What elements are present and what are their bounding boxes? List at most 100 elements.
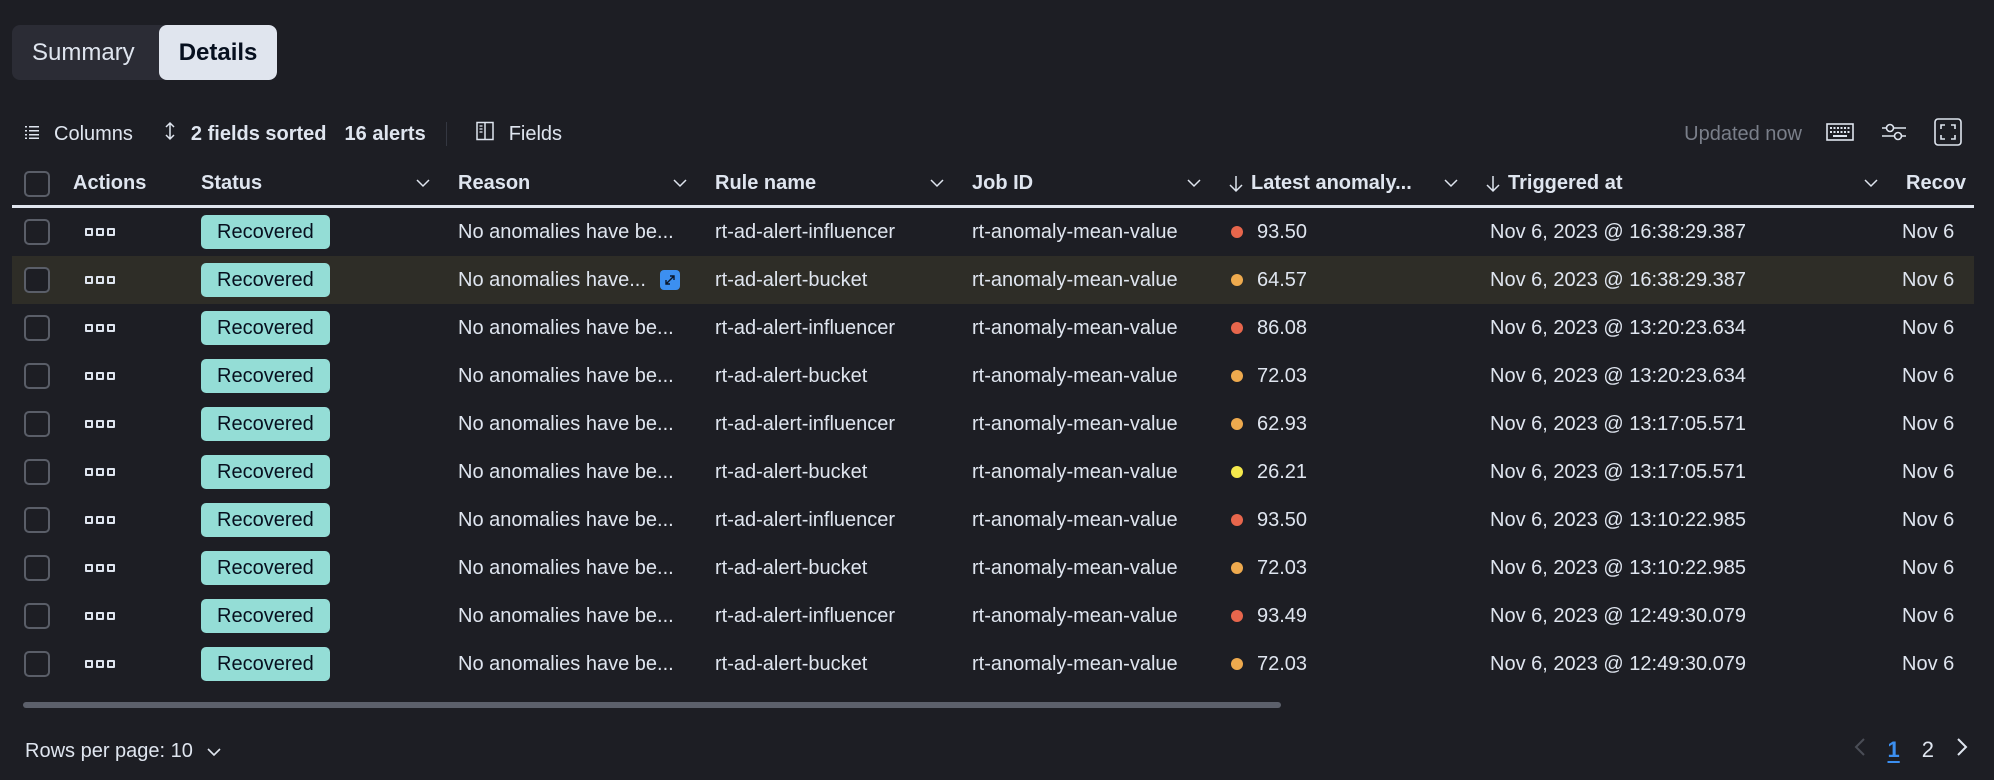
table-row[interactable]: Recovered No anomalies have be... rt-ad-…	[12, 640, 1974, 688]
reason-cell[interactable]: No anomalies have be...	[446, 208, 703, 256]
table-row[interactable]: Recovered No anomalies have be... rt-ad-…	[12, 400, 1974, 448]
triggered-at: Nov 6, 2023 @ 12:49:30.079	[1490, 652, 1747, 675]
more-actions-icon[interactable]	[85, 372, 115, 380]
recovered-at-cell: Nov 6	[1894, 208, 1974, 256]
horizontal-scrollbar[interactable]	[23, 702, 1281, 708]
reason-cell[interactable]: No anomalies have...	[446, 256, 703, 304]
header-status[interactable]: Status	[189, 162, 446, 205]
display-settings-button[interactable]	[1878, 118, 1910, 150]
tab-details[interactable]: Details	[158, 25, 278, 80]
select-cell	[12, 544, 61, 592]
row-checkbox[interactable]	[24, 555, 50, 581]
row-checkbox[interactable]	[24, 219, 50, 245]
more-actions-icon[interactable]	[85, 324, 115, 332]
reason-cell[interactable]: No anomalies have be...	[446, 592, 703, 640]
reason-cell[interactable]: No anomalies have be...	[446, 400, 703, 448]
table-row[interactable]: Recovered No anomalies have be... rt-ad-…	[12, 448, 1974, 496]
header-triggered-at[interactable]: Triggered at	[1474, 162, 1894, 205]
reason-cell[interactable]: No anomalies have be...	[446, 496, 703, 544]
anomaly-score: 62.93	[1257, 412, 1308, 435]
status-badge: Recovered	[201, 263, 330, 297]
rows-per-page-selector[interactable]: Rows per page: 10	[25, 740, 221, 763]
row-checkbox[interactable]	[24, 363, 50, 389]
next-page-button[interactable]	[1956, 737, 1968, 763]
chevron-down-icon[interactable]	[928, 175, 946, 193]
page-1-button[interactable]: 1	[1888, 737, 1900, 763]
row-checkbox[interactable]	[24, 459, 50, 485]
row-checkbox[interactable]	[24, 411, 50, 437]
table-row[interactable]: Recovered No anomalies have be... rt-ad-…	[12, 592, 1974, 640]
reason-cell[interactable]: No anomalies have be...	[446, 304, 703, 352]
row-checkbox[interactable]	[24, 603, 50, 629]
row-checkbox[interactable]	[24, 507, 50, 533]
chevron-down-icon[interactable]	[1185, 175, 1203, 193]
table-row[interactable]: Recovered No anomalies have be... rt-ad-…	[12, 352, 1974, 400]
actions-cell	[61, 496, 189, 544]
more-actions-icon[interactable]	[85, 468, 115, 476]
rule-name: rt-ad-alert-bucket	[715, 652, 868, 675]
header-rule-name[interactable]: Rule name	[703, 162, 960, 205]
more-actions-icon[interactable]	[85, 660, 115, 668]
recovered-at-cell: Nov 6	[1894, 256, 1974, 304]
more-actions-icon[interactable]	[85, 516, 115, 524]
reason-text: No anomalies have be...	[458, 412, 674, 435]
table-row[interactable]: Recovered No anomalies have be... rt-ad-…	[12, 208, 1974, 256]
job-id: rt-anomaly-mean-value	[972, 412, 1178, 435]
recovered-at: Nov 6	[1902, 268, 1955, 291]
table-row[interactable]: Recovered No anomalies have... rt-ad-ale…	[12, 256, 1974, 304]
column-header-label: Recov	[1906, 172, 1967, 194]
job-id-cell: rt-anomaly-mean-value	[960, 208, 1217, 256]
updated-status: Updated now	[1684, 122, 1802, 145]
row-checkbox[interactable]	[24, 651, 50, 677]
chevron-down-icon[interactable]	[1862, 175, 1880, 193]
header-recovered-at[interactable]: Recov	[1894, 162, 1974, 205]
sort-fields-button[interactable]: 2 fields sorted	[163, 121, 327, 147]
rule-name-cell: rt-ad-alert-bucket	[703, 448, 960, 496]
chevron-down-icon[interactable]	[1442, 175, 1460, 193]
triggered-at: Nov 6, 2023 @ 13:20:23.634	[1490, 316, 1747, 339]
row-checkbox[interactable]	[24, 267, 50, 293]
job-id: rt-anomaly-mean-value	[972, 364, 1178, 387]
reason-text: No anomalies have be...	[458, 604, 674, 627]
fields-button[interactable]: Fields	[475, 121, 562, 147]
select-cell	[12, 640, 61, 688]
header-job-id[interactable]: Job ID	[960, 162, 1217, 205]
rule-name-cell: rt-ad-alert-influencer	[703, 304, 960, 352]
more-actions-icon[interactable]	[85, 228, 115, 236]
more-actions-icon[interactable]	[85, 612, 115, 620]
table-row[interactable]: Recovered No anomalies have be... rt-ad-…	[12, 496, 1974, 544]
more-actions-icon[interactable]	[85, 420, 115, 428]
expand-cell-icon[interactable]	[659, 270, 680, 290]
reason-cell[interactable]: No anomalies have be...	[446, 352, 703, 400]
table-row[interactable]: Recovered No anomalies have be... rt-ad-…	[12, 304, 1974, 352]
columns-button[interactable]: Columns	[24, 123, 133, 146]
fullscreen-button[interactable]	[1932, 117, 1964, 150]
anomaly-score: 72.03	[1257, 652, 1308, 675]
severity-dot-icon	[1231, 418, 1243, 430]
rule-name: rt-ad-alert-bucket	[715, 364, 868, 387]
triggered-at-cell: Nov 6, 2023 @ 13:20:23.634	[1474, 304, 1894, 352]
reason-cell[interactable]: No anomalies have be...	[446, 640, 703, 688]
page-2-button[interactable]: 2	[1922, 737, 1934, 763]
rule-name-cell: rt-ad-alert-bucket	[703, 640, 960, 688]
triggered-at-cell: Nov 6, 2023 @ 12:49:30.079	[1474, 640, 1894, 688]
more-actions-icon[interactable]	[85, 276, 115, 284]
recovered-at: Nov 6	[1902, 316, 1955, 339]
recovered-at: Nov 6	[1902, 460, 1955, 483]
rule-name: rt-ad-alert-influencer	[715, 220, 896, 243]
tab-summary[interactable]: Summary	[12, 25, 159, 80]
table-row[interactable]: Recovered No anomalies have be... rt-ad-…	[12, 544, 1974, 592]
status-badge: Recovered	[201, 599, 330, 633]
reason-cell[interactable]: No anomalies have be...	[446, 544, 703, 592]
select-all-checkbox[interactable]	[24, 170, 50, 197]
header-reason[interactable]: Reason	[446, 162, 703, 205]
row-checkbox[interactable]	[24, 315, 50, 341]
keyboard-shortcuts-button[interactable]	[1824, 118, 1856, 150]
previous-page-button[interactable]	[1854, 737, 1866, 763]
chevron-down-icon[interactable]	[671, 175, 689, 193]
anomaly-score-cell: 93.50	[1217, 208, 1474, 256]
chevron-down-icon[interactable]	[414, 175, 432, 193]
reason-cell[interactable]: No anomalies have be...	[446, 448, 703, 496]
more-actions-icon[interactable]	[85, 564, 115, 572]
header-latest-anomaly[interactable]: Latest anomaly...	[1217, 162, 1474, 205]
